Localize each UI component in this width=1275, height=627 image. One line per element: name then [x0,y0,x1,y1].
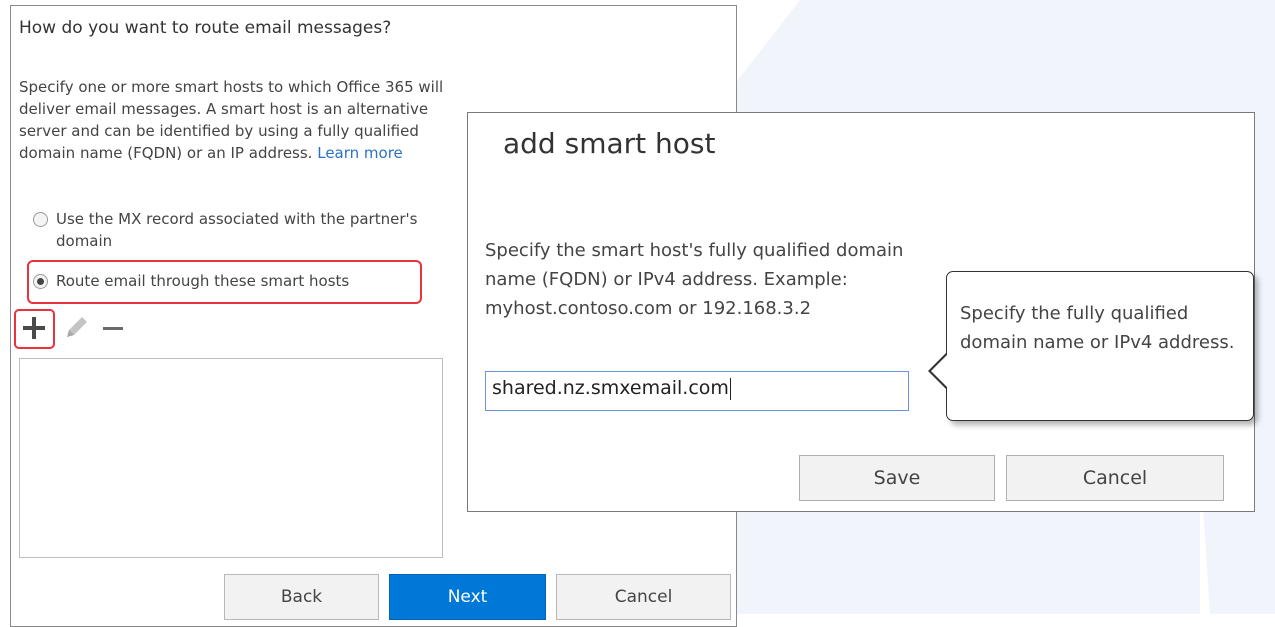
cancel-button[interactable]: Cancel [556,574,731,620]
pencil-icon[interactable] [61,313,91,343]
add-smart-host-dialog: add smart host Specify the smart host's … [467,112,1255,512]
radio-mx-record[interactable] [33,212,48,227]
dialog-cancel-button[interactable]: Cancel [1006,455,1224,501]
dialog-description: Specify the smart host's fully qualified… [485,240,904,319]
tooltip: Specify the fully qualified domain name … [928,271,1254,421]
wizard-description: Specify one or more smart hosts to which… [19,76,474,164]
smart-host-input[interactable]: shared.nz.smxemail.com [485,371,909,411]
highlight-box-option [27,260,422,304]
option-mx-record[interactable]: Use the MX record associated with the pa… [33,208,423,252]
minus-icon[interactable] [99,313,129,343]
save-button[interactable]: Save [799,455,995,501]
smart-host-input-value: shared.nz.smxemail.com [492,377,729,399]
option-mx-record-label: Use the MX record associated with the pa… [56,210,418,250]
text-caret [729,377,731,400]
back-button[interactable]: Back [224,574,379,620]
smart-hosts-list[interactable] [19,358,443,558]
learn-more-link[interactable]: Learn more [317,144,403,162]
tooltip-arrow-fill [931,354,948,388]
plus-icon[interactable] [19,313,49,343]
dialog-title: add smart host [503,127,716,160]
next-button[interactable]: Next [389,574,546,620]
wizard-heading: How do you want to route email messages? [19,18,392,38]
tooltip-text: Specify the fully qualified domain name … [960,303,1235,353]
